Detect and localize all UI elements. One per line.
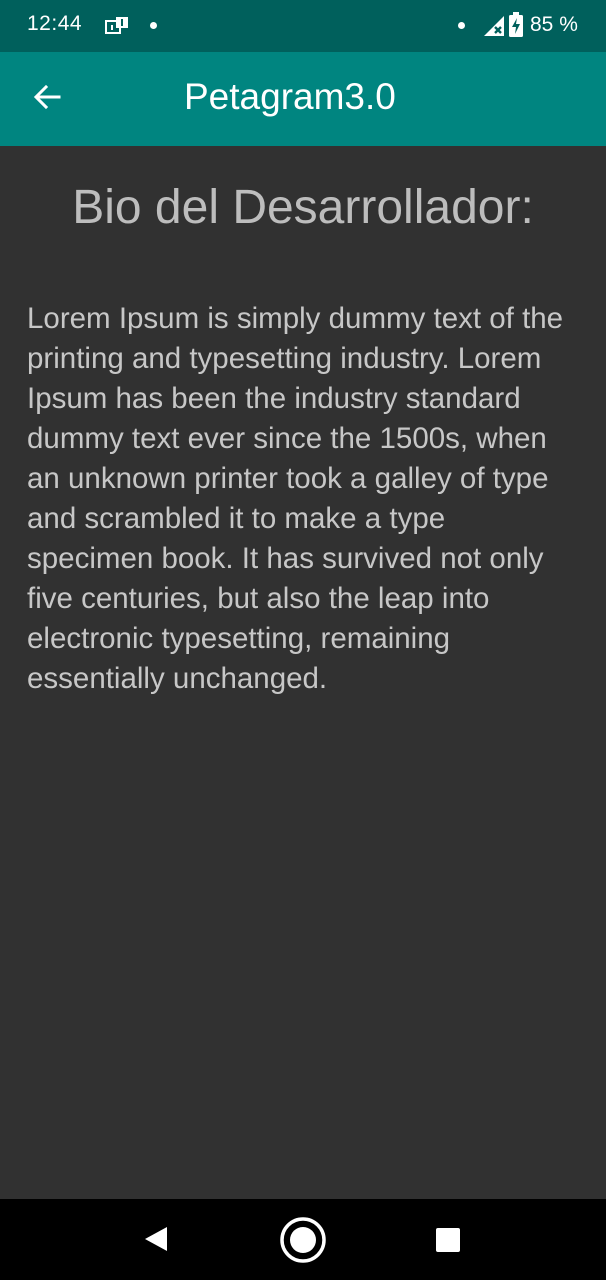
status-bar: 12:44 85 % [0,0,606,52]
bio-text: Lorem Ipsum is simply dummy text of the … [27,302,564,695]
status-time: 12:44 [27,12,83,35]
dot-icon [150,22,157,29]
battery-percent: 85 % [530,13,578,36]
page-heading: Bio del Desarrollador: [72,181,534,234]
battery-charging-icon [508,12,524,38]
signal-icon [482,14,508,38]
notification-icon [104,16,130,36]
app-bar: Petagram3.0 [0,52,606,146]
nav-back-icon[interactable] [140,1223,172,1255]
arrow-back-icon [32,82,62,116]
app-title: Petagram3.0 [184,76,396,117]
navigation-bar [0,1199,606,1280]
nav-recents-icon[interactable] [435,1227,461,1253]
nav-home-icon[interactable] [279,1216,327,1264]
dot-icon [458,22,465,29]
back-button[interactable] [22,74,72,124]
